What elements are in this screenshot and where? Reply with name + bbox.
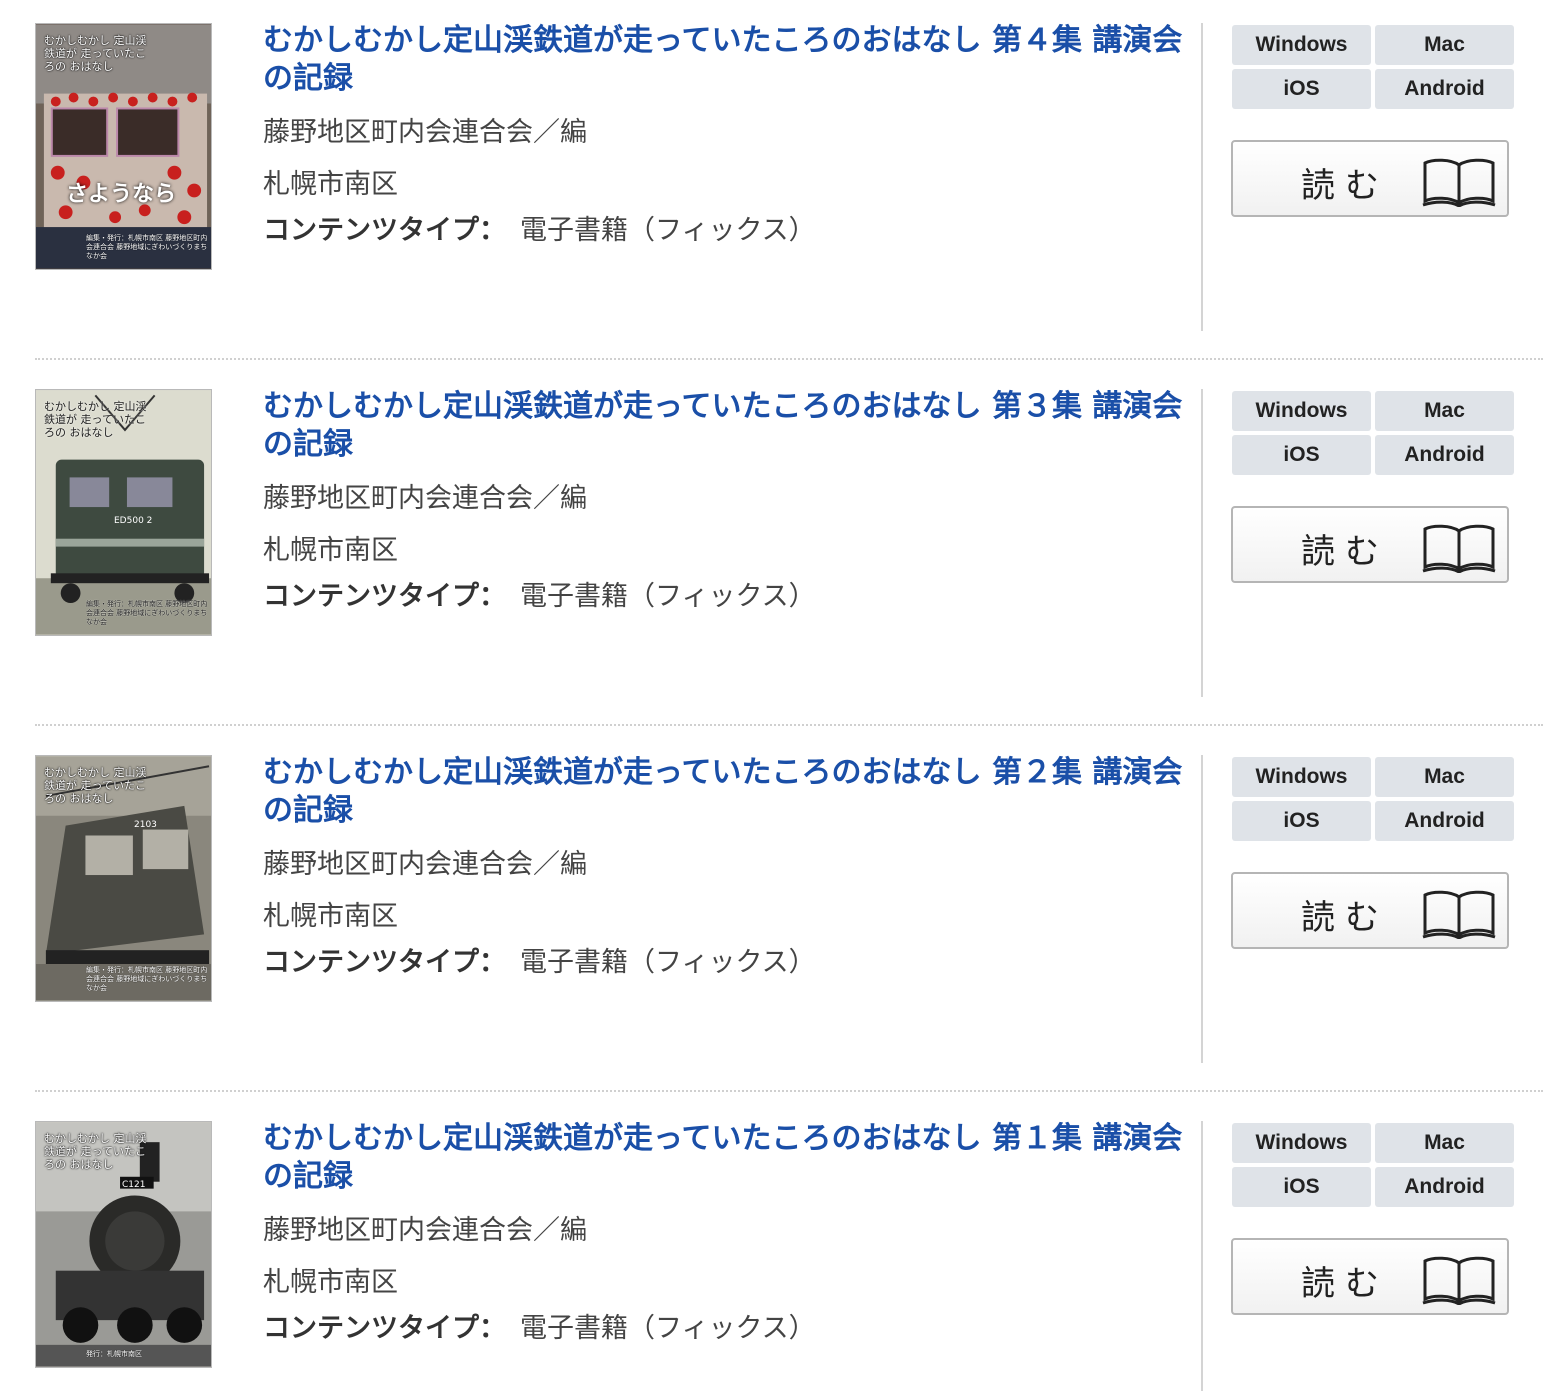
content-type-value: 電子書籍（フィックス） bbox=[520, 215, 816, 246]
book-cover-image[interactable]: むかしむかし 定山渓鉄道が 走っていたころの おはなし ED500 2 編集・発… bbox=[35, 389, 212, 636]
platform-badge-windows: Windows bbox=[1232, 1123, 1371, 1163]
cover-title-text: むかしむかし 定山渓鉄道が 走っていたころの おはなし bbox=[44, 1132, 147, 1171]
content-type-value: 電子書籍（フィックス） bbox=[520, 581, 816, 612]
book-item: むかしむかし 定山渓鉄道が 走っていたころの おはなし 2103 編集・発行：札… bbox=[0, 732, 1543, 1092]
platform-badge-ios: iOS bbox=[1232, 801, 1371, 841]
column-divider bbox=[1201, 1121, 1203, 1391]
platform-badge-android: Android bbox=[1375, 435, 1514, 475]
book-title-link[interactable]: むかしむかし定山渓鉄道が走っていたころのおはなし 第３集 講演会の記録 bbox=[263, 388, 1183, 464]
book-cover-image[interactable]: むかしむかし 定山渓鉄道が 走っていたころの おはなし C121 発行：札幌市南… bbox=[35, 1121, 212, 1368]
book-title-link[interactable]: むかしむかし定山渓鉄道が走っていたころのおはなし 第２集 講演会の記録 bbox=[263, 754, 1183, 830]
read-button-label: 読む bbox=[1301, 1264, 1389, 1304]
platform-badge-ios: iOS bbox=[1232, 435, 1371, 475]
item-separator bbox=[35, 358, 1543, 360]
platform-badges: Windows Mac iOS Android bbox=[1232, 25, 1515, 110]
platform-badge-mac: Mac bbox=[1375, 1123, 1514, 1163]
platform-badge-mac: Mac bbox=[1375, 25, 1514, 65]
book-author: 藤野地区町内会連合会／編 bbox=[263, 1215, 587, 1246]
platform-badge-mac: Mac bbox=[1375, 757, 1514, 797]
cover-plate-text: 2103 bbox=[134, 820, 157, 830]
read-button-label: 読む bbox=[1301, 898, 1389, 938]
open-book-icon bbox=[1422, 890, 1496, 939]
book-publisher: 札幌市南区 bbox=[263, 535, 398, 566]
item-separator bbox=[35, 1090, 1543, 1092]
content-type-label: コンテンツタイプ： bbox=[263, 947, 506, 978]
content-type-value: 電子書籍（フィックス） bbox=[520, 1313, 816, 1344]
read-button[interactable]: 読む bbox=[1231, 1238, 1509, 1315]
content-type: コンテンツタイプ： 電子書籍（フィックス） bbox=[263, 574, 816, 613]
cover-footer-text: 編集・発行：札幌市南区 藤野地区町内会連合会 藤野地域にぎわいづくりまちなか会 bbox=[86, 600, 208, 626]
platform-badge-mac: Mac bbox=[1375, 391, 1514, 431]
column-divider bbox=[1201, 23, 1203, 331]
column-divider bbox=[1201, 389, 1203, 697]
book-item: むかしむかし 定山渓鉄道が 走っていたころの おはなし C121 発行：札幌市南… bbox=[0, 1098, 1543, 1391]
book-author: 藤野地区町内会連合会／編 bbox=[263, 117, 587, 148]
cover-banner-text: さようなら bbox=[66, 182, 177, 207]
platform-badge-windows: Windows bbox=[1232, 391, 1371, 431]
open-book-icon bbox=[1422, 1256, 1496, 1305]
content-type-value: 電子書籍（フィックス） bbox=[520, 947, 816, 978]
content-type: コンテンツタイプ： 電子書籍（フィックス） bbox=[263, 940, 816, 979]
book-author: 藤野地区町内会連合会／編 bbox=[263, 483, 587, 514]
content-type-label: コンテンツタイプ： bbox=[263, 215, 506, 246]
book-title-link[interactable]: むかしむかし定山渓鉄道が走っていたころのおはなし 第１集 講演会の記録 bbox=[263, 1120, 1183, 1196]
book-publisher: 札幌市南区 bbox=[263, 1267, 398, 1298]
read-button[interactable]: 読む bbox=[1231, 140, 1509, 217]
platform-badge-android: Android bbox=[1375, 69, 1514, 109]
book-author: 藤野地区町内会連合会／編 bbox=[263, 849, 587, 880]
cover-footer-text: 編集・発行：札幌市南区 藤野地区町内会連合会 藤野地域にぎわいづくりまちなか会 bbox=[86, 966, 208, 992]
platform-badges: Windows Mac iOS Android bbox=[1232, 391, 1515, 476]
cover-footer-text: 発行：札幌市南区 bbox=[86, 1350, 142, 1358]
cover-title-text: むかしむかし 定山渓鉄道が 走っていたころの おはなし bbox=[44, 34, 147, 73]
platform-badge-ios: iOS bbox=[1232, 1167, 1371, 1207]
content-type-label: コンテンツタイプ： bbox=[263, 1313, 506, 1344]
platform-badge-windows: Windows bbox=[1232, 757, 1371, 797]
read-button-label: 読む bbox=[1301, 532, 1389, 572]
content-type: コンテンツタイプ： 電子書籍（フィックス） bbox=[263, 1306, 816, 1345]
book-cover-image[interactable]: むかしむかし 定山渓鉄道が 走っていたころの おはなし さようなら 編集・発行：… bbox=[35, 23, 212, 270]
cover-plate-text: ED500 2 bbox=[114, 516, 153, 526]
read-button-label: 読む bbox=[1301, 166, 1389, 206]
cover-title-text: むかしむかし 定山渓鉄道が 走っていたころの おはなし bbox=[44, 766, 147, 805]
cover-plate-text: C121 bbox=[122, 1180, 146, 1190]
content-type: コンテンツタイプ： 電子書籍（フィックス） bbox=[263, 208, 816, 247]
open-book-icon bbox=[1422, 158, 1496, 207]
column-divider bbox=[1201, 755, 1203, 1063]
book-cover-image[interactable]: むかしむかし 定山渓鉄道が 走っていたころの おはなし 2103 編集・発行：札… bbox=[35, 755, 212, 1002]
read-button[interactable]: 読む bbox=[1231, 872, 1509, 949]
book-publisher: 札幌市南区 bbox=[263, 901, 398, 932]
book-item: むかしむかし 定山渓鉄道が 走っていたころの おはなし ED500 2 編集・発… bbox=[0, 366, 1543, 726]
platform-badge-windows: Windows bbox=[1232, 25, 1371, 65]
cover-footer-text: 編集・発行：札幌市南区 藤野地区町内会連合会 藤野地域にぎわいづくりまちなか会 bbox=[86, 234, 208, 260]
platform-badges: Windows Mac iOS Android bbox=[1232, 757, 1515, 842]
book-item: むかしむかし 定山渓鉄道が 走っていたころの おはなし さようなら 編集・発行：… bbox=[0, 0, 1543, 360]
item-separator bbox=[35, 724, 1543, 726]
platform-badge-android: Android bbox=[1375, 801, 1514, 841]
read-button[interactable]: 読む bbox=[1231, 506, 1509, 583]
content-type-label: コンテンツタイプ： bbox=[263, 581, 506, 612]
cover-title-text: むかしむかし 定山渓鉄道が 走っていたころの おはなし bbox=[44, 400, 147, 439]
platform-badge-android: Android bbox=[1375, 1167, 1514, 1207]
platform-badges: Windows Mac iOS Android bbox=[1232, 1123, 1515, 1208]
book-title-link[interactable]: むかしむかし定山渓鉄道が走っていたころのおはなし 第４集 講演会の記録 bbox=[263, 22, 1183, 98]
book-publisher: 札幌市南区 bbox=[263, 169, 398, 200]
open-book-icon bbox=[1422, 524, 1496, 573]
platform-badge-ios: iOS bbox=[1232, 69, 1371, 109]
